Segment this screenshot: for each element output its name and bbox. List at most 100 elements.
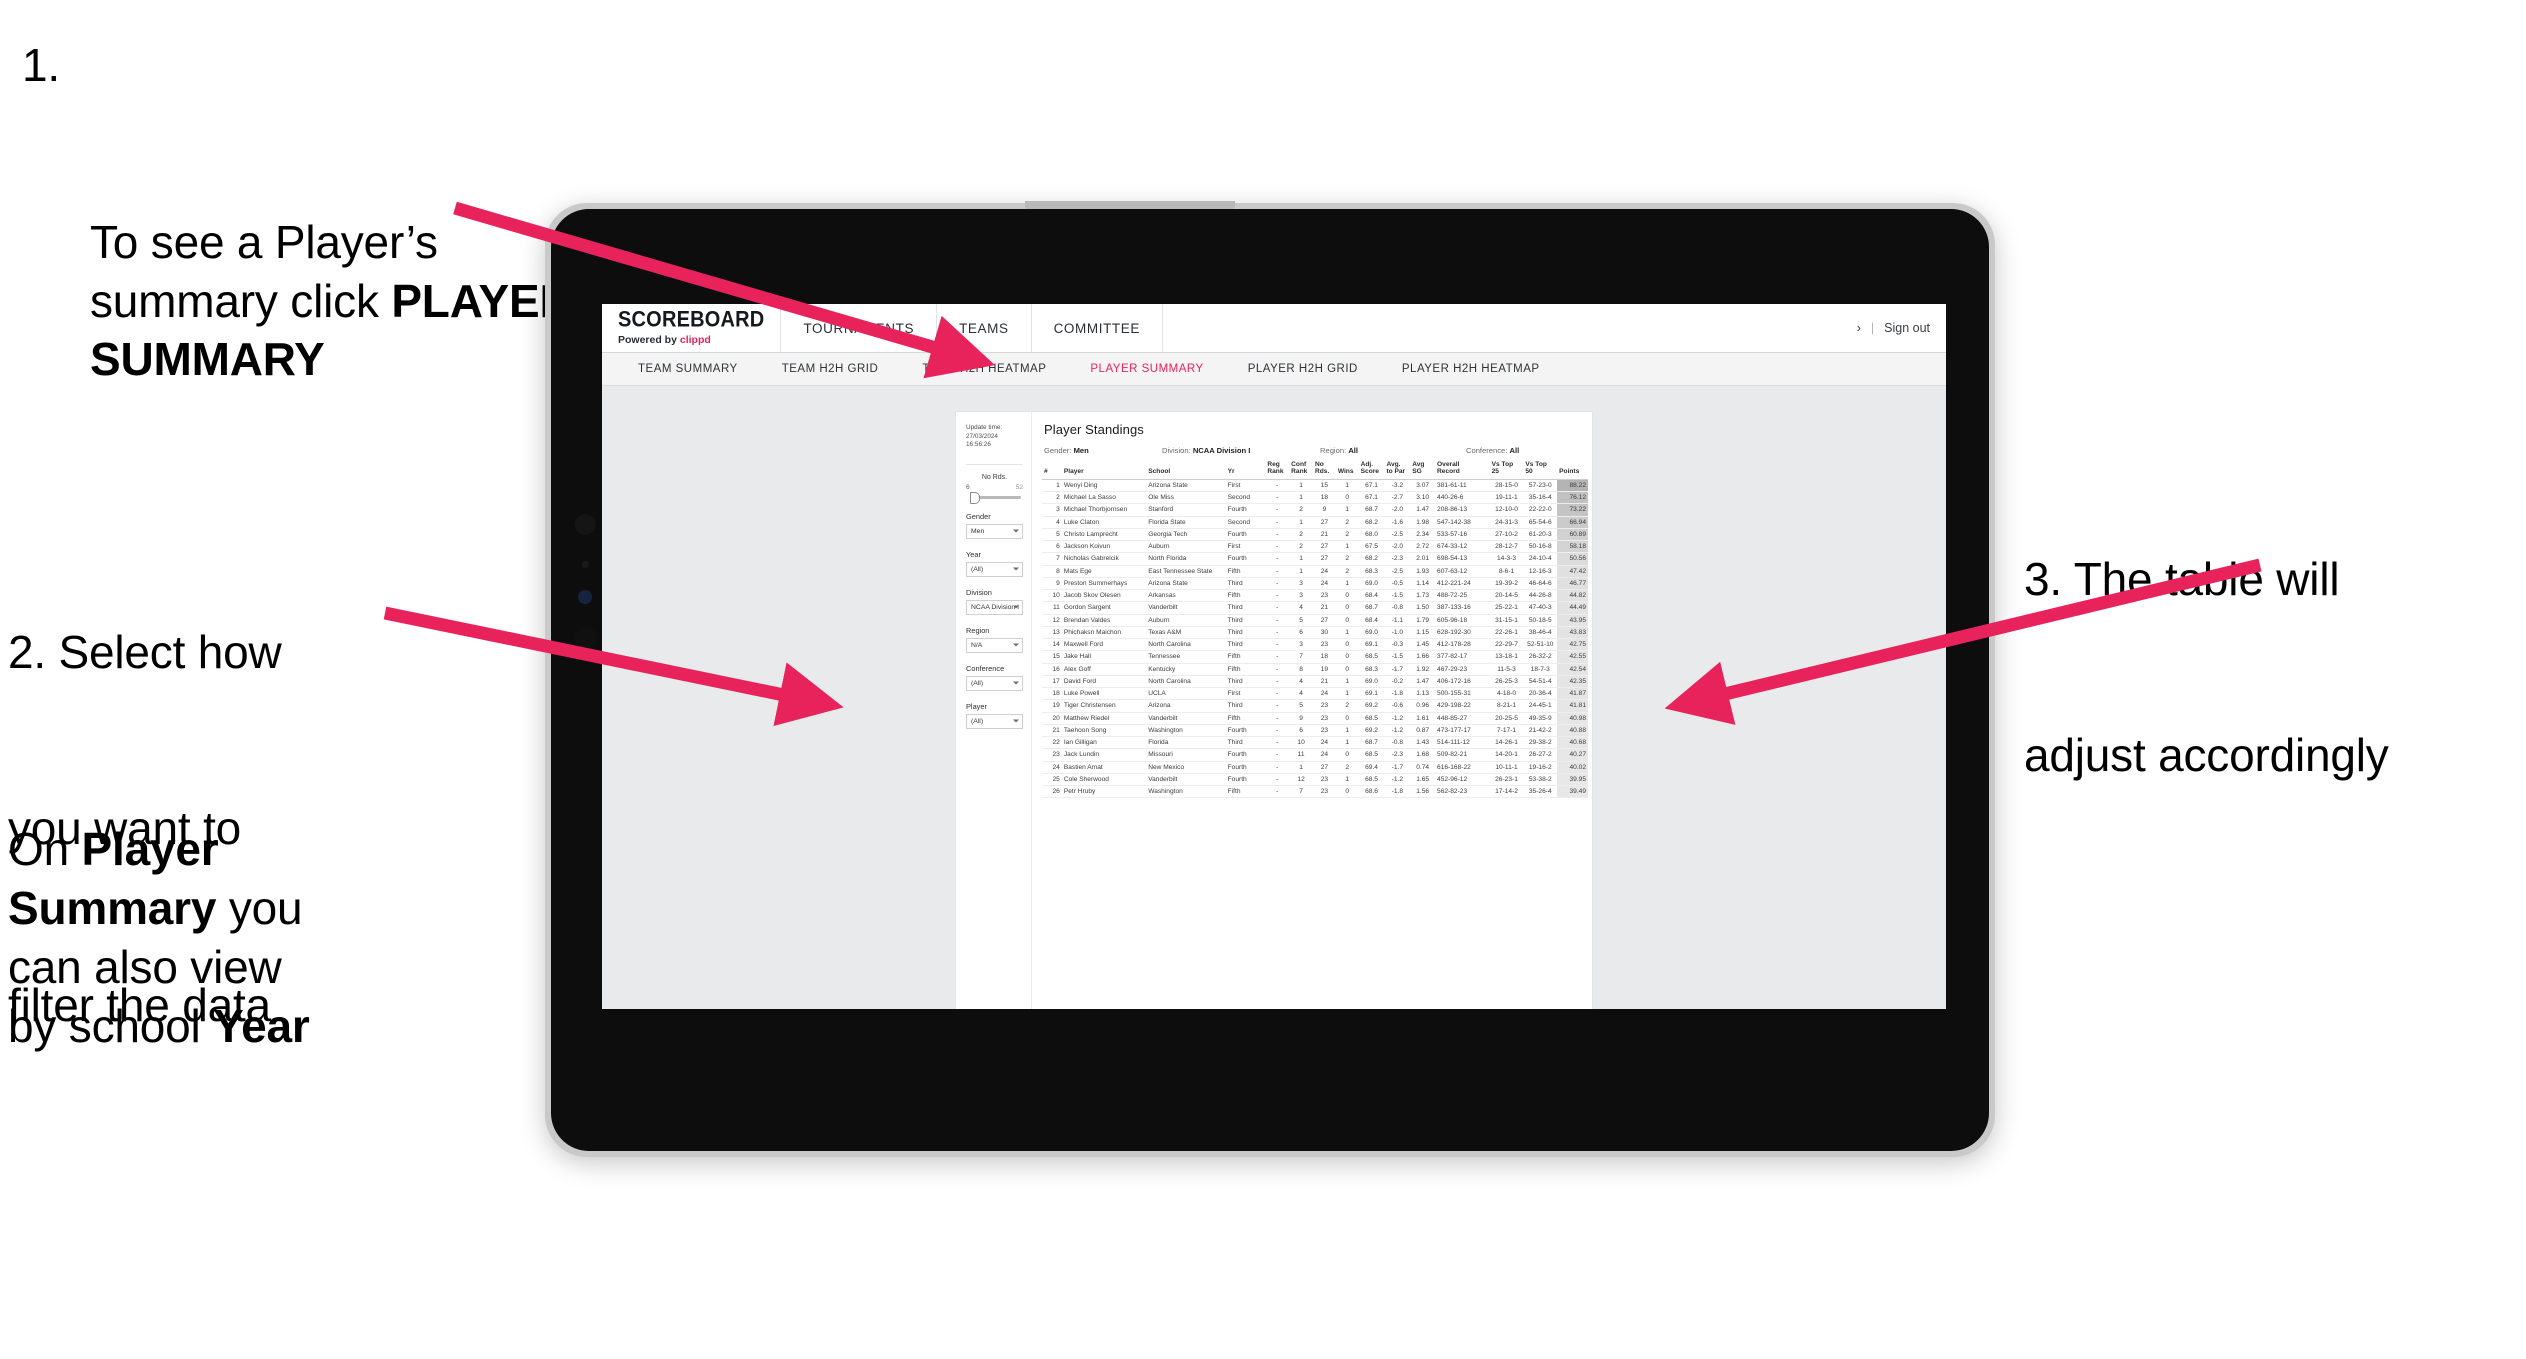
cell-vs-top-25: 27-10-2 bbox=[1489, 528, 1524, 542]
table-row[interactable]: 14 Maxwell Ford North Carolina Third -3 23 0 69… bbox=[1042, 638, 1588, 652]
table-row[interactable]: 5 Christo Lamprecht Georgia Tech Fourth -2 21… bbox=[1042, 528, 1588, 542]
cell-vs-top-25: 25-22-1 bbox=[1489, 601, 1524, 615]
col-header-vs-top-50[interactable]: Vs Top 50 bbox=[1523, 461, 1558, 480]
cell-player: Maxwell Ford bbox=[1061, 638, 1147, 652]
cell-yr: Third bbox=[1225, 675, 1266, 689]
table-row[interactable]: 25 Cole Sherwood Vanderbilt Fourth -12 23 1 68.… bbox=[1042, 773, 1588, 787]
table-row[interactable]: 18 Luke Powell UCLA First -4 24 1 69.1 -1.8 1.13 5… bbox=[1042, 687, 1588, 701]
no-rounds-slider[interactable]: No Rds. 6 52 bbox=[966, 474, 1023, 505]
col-header-conf-rank[interactable]: Conf Rank bbox=[1289, 461, 1313, 480]
col-header-[interactable]: # bbox=[1042, 461, 1062, 480]
cell-vs-top-50: 49-35-9 bbox=[1523, 712, 1558, 725]
cell-school: New Mexico bbox=[1146, 761, 1226, 774]
filter-year-select[interactable]: (All) bbox=[966, 561, 1023, 577]
table-row[interactable]: 8 Mats Ege East Tennessee State Fifth -1 24 2 6… bbox=[1042, 565, 1588, 578]
standings-table-wrap[interactable]: # Player School Yr Reg Rank Conf Rank No Rds. Wins… bbox=[1032, 461, 1592, 1009]
top-nav-tournaments[interactable]: TOURNAMENTS bbox=[781, 304, 938, 352]
cell-wins: 1 bbox=[1335, 503, 1359, 517]
table-row[interactable]: 9 Preston Summerhays Arizona State Third -3 2… bbox=[1042, 577, 1588, 591]
cell-reg-rank: - bbox=[1265, 479, 1290, 493]
filter-division-label: Division bbox=[966, 587, 992, 597]
cell-reg-rank: - bbox=[1265, 638, 1290, 652]
filter-division-select[interactable]: NCAA Division I bbox=[966, 599, 1023, 615]
cell-wins: 1 bbox=[1335, 736, 1359, 750]
cell-vs-top-50: 26-32-2 bbox=[1523, 650, 1558, 664]
cell-player: Jake Hall bbox=[1061, 650, 1147, 664]
table-row[interactable]: 11 Gordon Sargent Vanderbilt Third -4 21 0 68.7… bbox=[1042, 601, 1588, 615]
cell-vs-top-25: 17-14-2 bbox=[1489, 785, 1524, 799]
filter-conference-select[interactable]: (All) bbox=[966, 675, 1023, 691]
col-header-reg-rank[interactable]: Reg Rank bbox=[1265, 461, 1290, 480]
top-nav-teams[interactable]: TEAMS bbox=[937, 304, 1032, 352]
table-row[interactable]: 19 Tiger Christensen Arizona Third -5 23 2 69.2… bbox=[1042, 699, 1588, 713]
cell-avg-to-par: -1.5 bbox=[1384, 589, 1411, 603]
ambient-light-sensor-icon bbox=[578, 590, 592, 604]
col-header-avg-sg[interactable]: Avg SG bbox=[1410, 461, 1436, 480]
table-row[interactable]: 6 Jackson Koivun Auburn First -2 27 1 67.5 -2.0 2… bbox=[1042, 540, 1588, 554]
cell-conf-rank: 2 bbox=[1289, 528, 1313, 542]
tab-player-summary[interactable]: PLAYER SUMMARY bbox=[1068, 363, 1225, 375]
top-nav-committee[interactable]: COMMITTEE bbox=[1032, 304, 1163, 352]
col-header-vs-top-25[interactable]: Vs Top 25 bbox=[1489, 461, 1524, 480]
tab-player-h2h-heatmap[interactable]: PLAYER H2H HEATMAP bbox=[1380, 363, 1562, 375]
table-row[interactable]: 22 Ian Gilligan Florida Third -10 24 1 68.7 -0.8… bbox=[1042, 736, 1588, 750]
table-row[interactable]: 4 Luke Claton Florida State Second -1 27 2 68.2… bbox=[1042, 516, 1588, 529]
col-header-avg-to-par[interactable]: Avg. to Par bbox=[1384, 461, 1411, 480]
cell-: 12 bbox=[1042, 614, 1062, 627]
slider-track[interactable] bbox=[970, 492, 1022, 505]
table-row[interactable]: 3 Michael Thorbjornsen Stanford Fourth -2 9 1 6… bbox=[1042, 503, 1588, 517]
table-row[interactable]: 7 Nicholas Gabrelcik North Florida Fourth -1… bbox=[1042, 552, 1588, 566]
filter-player-select[interactable]: (All) bbox=[966, 713, 1023, 729]
tab-team-h2h-grid[interactable]: TEAM H2H GRID bbox=[760, 363, 901, 375]
table-row[interactable]: 13 Phichaksn Maichon Texas A&M Third -6 30 1 69… bbox=[1042, 626, 1588, 640]
cell-vs-top-50: 18-7-3 bbox=[1523, 663, 1558, 676]
table-row[interactable]: 17 David Ford North Carolina Third -4 21 1 69.0… bbox=[1042, 675, 1588, 689]
cell-avg-to-par: -1.2 bbox=[1384, 724, 1411, 738]
table-row[interactable]: 21 Taehoon Song Washington Fourth -6 23 1 69.2-… bbox=[1042, 724, 1588, 738]
col-header-school[interactable]: School bbox=[1146, 461, 1226, 480]
cell-wins: 1 bbox=[1335, 687, 1359, 701]
cell-avg-sg: 1.13 bbox=[1410, 687, 1436, 701]
col-header-points[interactable]: Points bbox=[1557, 461, 1588, 480]
table-row[interactable]: 20 Matthew Riedel Vanderbilt Fifth -9 23 0 68.5… bbox=[1042, 712, 1588, 725]
filter-gender-select[interactable]: Men bbox=[966, 523, 1023, 539]
col-header-overall-record[interactable]: Overall Record bbox=[1435, 461, 1490, 480]
col-header-no-rds[interactable]: No Rds. bbox=[1312, 461, 1336, 480]
cell-reg-rank: - bbox=[1265, 675, 1290, 689]
tab-player-h2h-grid[interactable]: PLAYER H2H GRID bbox=[1226, 363, 1380, 375]
table-row[interactable]: 15 Jake Hall Tennessee Fifth -7 18 0 68.5 -1.5 1.… bbox=[1042, 650, 1588, 664]
col-header-player[interactable]: Player bbox=[1061, 461, 1147, 480]
annotation-step-3: 3. The table will adjust accordingly bbox=[2024, 432, 2526, 903]
cell-points: 58.18 bbox=[1557, 540, 1588, 554]
update-time-label: Update time: bbox=[966, 424, 1003, 431]
col-header-yr[interactable]: Yr bbox=[1225, 461, 1266, 480]
annotation-step-2b: On Player Summary you can also view by s… bbox=[8, 823, 310, 1052]
filter-region-select[interactable]: N/A bbox=[966, 637, 1023, 653]
col-header-wins[interactable]: Wins bbox=[1335, 461, 1359, 480]
sign-out-link[interactable]: Sign out bbox=[1884, 321, 1930, 335]
table-row[interactable]: 10 Jacob Skov Olesen Arkansas Fifth -3 23 0 68.… bbox=[1042, 589, 1588, 603]
cell-avg-to-par: -1.0 bbox=[1384, 626, 1411, 640]
table-row[interactable]: 1 Wenyi Ding Arizona State First -1 15 1 67.1 -3… bbox=[1042, 479, 1588, 493]
table-row[interactable]: 24 Bastien Amat New Mexico Fourth -1 27 2 69.4-… bbox=[1042, 761, 1588, 774]
cell-conf-rank: 8 bbox=[1289, 663, 1313, 676]
cell-avg-sg: 1.79 bbox=[1410, 614, 1436, 627]
table-row[interactable]: 2 Michael La Sasso Ole Miss Second -1 18 0 67.1… bbox=[1042, 491, 1588, 505]
table-row[interactable]: 12 Brendan Valdes Auburn Third -5 27 0 68.4 -1.1… bbox=[1042, 614, 1588, 627]
cell-school: Kentucky bbox=[1146, 663, 1226, 676]
cell-vs-top-50: 22-22-0 bbox=[1523, 503, 1558, 517]
cell-avg-sg: 1.65 bbox=[1410, 773, 1436, 787]
cell-avg-sg: 0.74 bbox=[1410, 761, 1436, 774]
filter-gender-value: Men bbox=[971, 527, 985, 535]
cell-reg-rank: - bbox=[1265, 503, 1290, 517]
slider-handle[interactable] bbox=[970, 492, 980, 505]
table-row[interactable]: 23 Jack Lundin Missouri Fourth -11 24 0 68.5 -2.… bbox=[1042, 748, 1588, 762]
table-row[interactable]: 16 Alex Goff Kentucky Fifth -8 19 0 68.3 -1.7 1.9… bbox=[1042, 663, 1588, 676]
tab-team-h2h-heatmap[interactable]: TEAM H2H HEATMAP bbox=[900, 363, 1068, 375]
cell-: 23 bbox=[1042, 748, 1062, 762]
tab-team-summary[interactable]: TEAM SUMMARY bbox=[616, 363, 760, 375]
cell-overall-record: 377-82-17 bbox=[1435, 650, 1490, 664]
table-row[interactable]: 26 Petr Hruby Washington Fifth -7 23 0 68.6 -1.8… bbox=[1042, 785, 1588, 799]
cell-avg-sg: 1.14 bbox=[1410, 577, 1436, 591]
col-header-adj-score[interactable]: Adj. Score bbox=[1358, 461, 1385, 480]
